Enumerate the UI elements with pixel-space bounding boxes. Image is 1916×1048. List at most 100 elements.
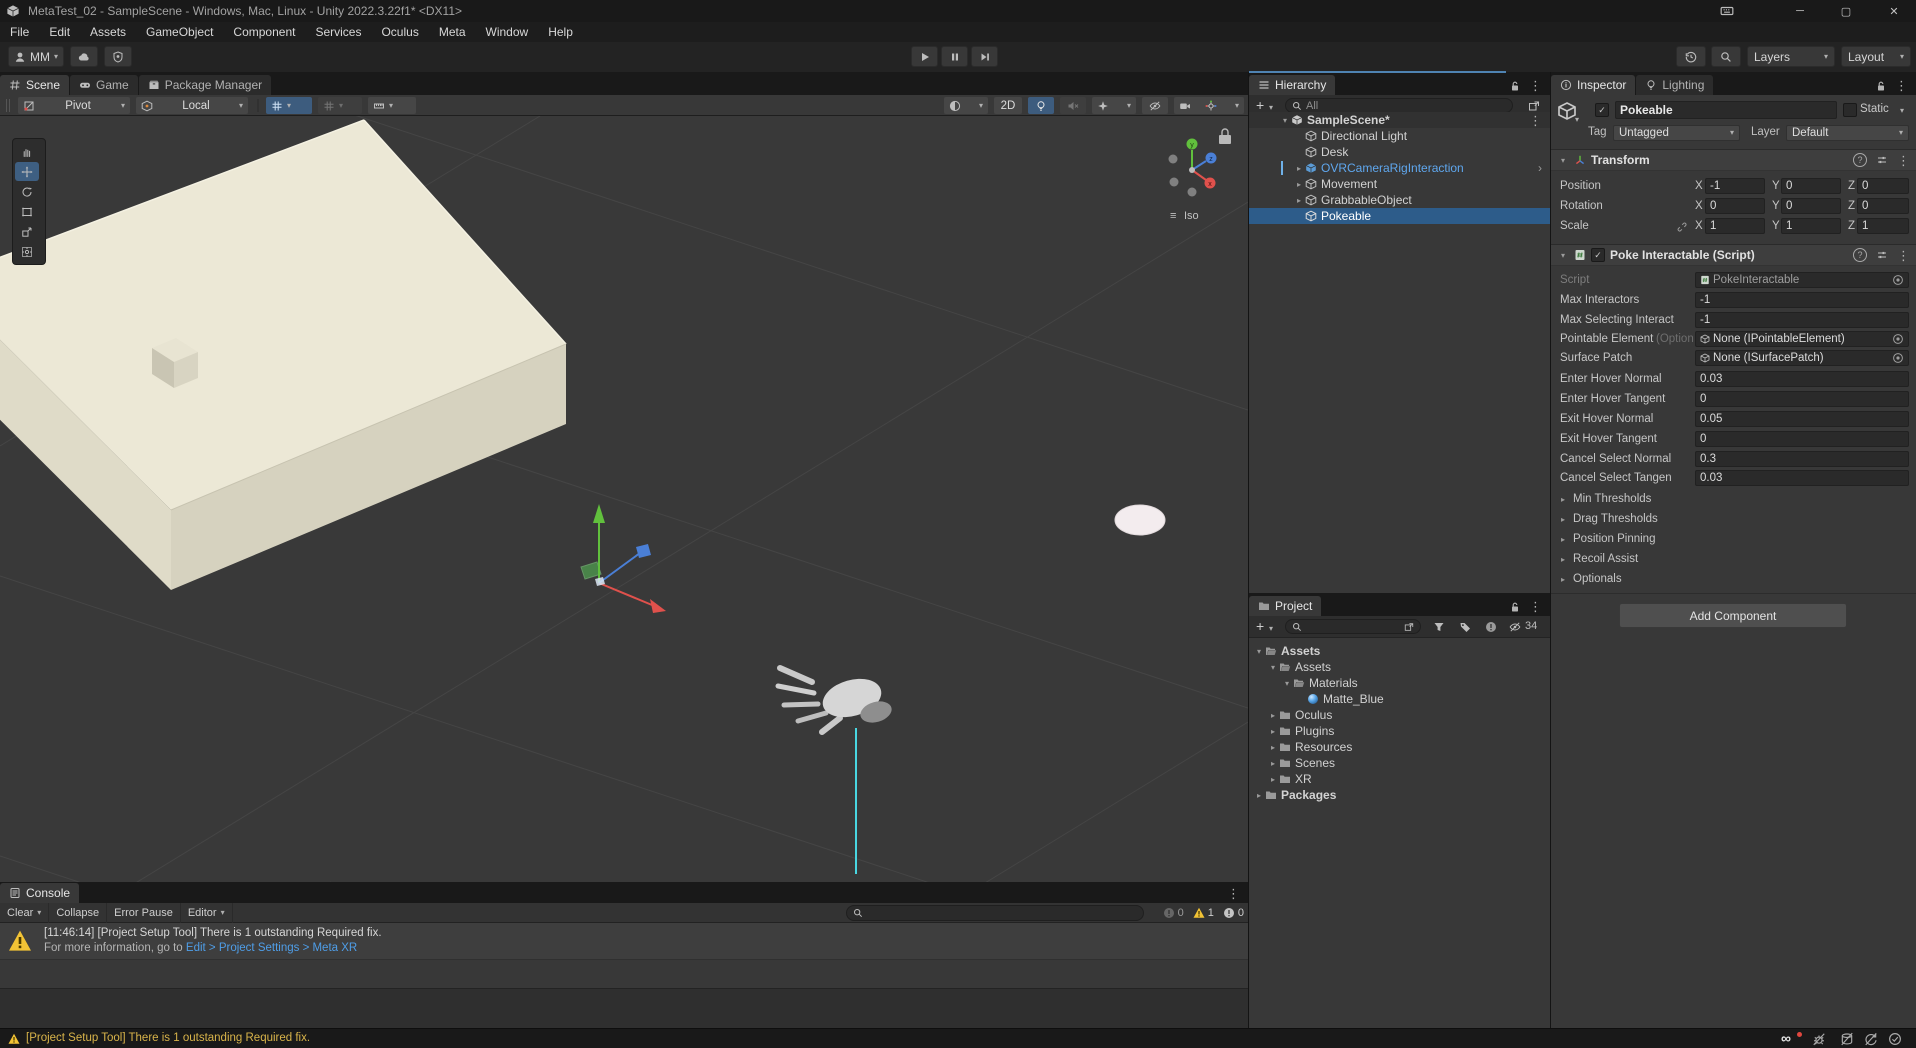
open-search-window-icon[interactable] [1528,100,1540,112]
position-x-field[interactable]: -1 [1705,178,1765,194]
gizmos-dropdown[interactable]: ▾ [1200,97,1244,114]
pointable-element-field[interactable]: None (IPointableElement) [1695,331,1909,347]
rotate-tool-button[interactable] [15,182,39,201]
gameobject-name-field[interactable]: Pokeable [1615,101,1837,119]
max-selecting-interactors-field[interactable]: -1 [1695,312,1909,328]
exit-hover-tangent-field[interactable]: 0 [1695,431,1909,447]
axis-x-label[interactable]: x [1208,181,1212,188]
tab-game[interactable]: Game [70,75,138,95]
foldout-icon[interactable]: ▾ [1253,647,1265,656]
gameobject-type-icon[interactable] [1557,101,1577,121]
project-row[interactable]: ▾ Assets [1249,643,1550,659]
presets-icon[interactable] [1876,249,1888,261]
rotation-z-field[interactable]: 0 [1857,198,1909,214]
console-warning-entry[interactable]: [11:46:14] [Project Setup Tool] There is… [0,923,1248,960]
cancel-select-tangent-field[interactable]: 0.03 [1695,470,1909,486]
kebab-icon[interactable]: ⋮ [1227,887,1240,900]
create-add-button[interactable]: + [1256,618,1264,634]
console-entry-link[interactable]: Edit > Project Settings > Meta XR [186,942,357,954]
tab-lighting[interactable]: Lighting [1636,75,1713,95]
search-by-label-icon[interactable] [1459,621,1471,633]
console-editor-dropdown[interactable]: Editor▾ [181,903,233,923]
foldout-recoil-assist[interactable]: ▸Recoil Assist [1557,553,1638,565]
2d-toggle[interactable]: 2D [994,97,1022,114]
open-search-window-icon[interactable] [1404,622,1414,632]
tab-inspector[interactable]: Inspector [1551,75,1635,95]
move-gizmo[interactable] [581,504,666,613]
status-message[interactable]: [Project Setup Tool] There is 1 outstand… [26,1032,310,1044]
lock-icon[interactable] [1509,80,1521,92]
minimize-button[interactable]: ─ [1784,0,1816,22]
project-row[interactable]: ▸ Scenes [1249,755,1550,771]
project-search-input[interactable] [1285,619,1421,634]
foldout-position-pinning[interactable]: ▸Position Pinning [1557,533,1655,545]
foldout-icon[interactable]: ▾ [1279,116,1291,125]
menu-oculus[interactable]: Oculus [371,25,428,39]
scene-viewport[interactable]: y z x ≡ Iso [0,116,1248,882]
project-row[interactable]: ▸ Oculus [1249,707,1550,723]
project-row[interactable]: ▸ Plugins [1249,723,1550,739]
axis-z-label[interactable]: z [1209,156,1213,163]
tool-handle-rotation-dropdown[interactable]: Local▾ [136,97,248,114]
script-field[interactable]: PokeInteractable [1695,272,1909,288]
console-collapse-toggle[interactable]: Collapse [49,903,107,923]
rotation-x-field[interactable]: 0 [1705,198,1765,214]
cache-disabled-icon[interactable] [1840,1032,1854,1046]
hierarchy-row-prefab[interactable]: ▸ OVRCameraRigInteraction › [1249,160,1550,176]
meta-icon[interactable]: ∞ [1781,1030,1791,1046]
foldout-drag-thresholds[interactable]: ▸Drag Thresholds [1557,513,1658,525]
add-component-button[interactable]: Add Component [1619,603,1847,628]
scale-z-field[interactable]: 1 [1857,218,1909,234]
kebab-icon[interactable]: ⋮ [1529,600,1542,613]
debugger-disabled-icon[interactable] [1812,1032,1826,1046]
desk-object[interactable] [0,120,566,590]
foldout-icon[interactable]: ▸ [1293,164,1305,173]
console-error-pause-toggle[interactable]: Error Pause [107,903,181,923]
step-button[interactable] [971,46,998,67]
object-picker-icon[interactable] [1892,352,1904,364]
tool-handle-position-dropdown[interactable]: Pivot▾ [18,97,130,114]
hierarchy-search-input[interactable]: All [1285,98,1513,113]
toolbar-grip[interactable] [5,99,11,112]
grid-snapping-toggle[interactable]: ▾ [266,97,312,114]
surface-patch-field[interactable]: None (ISurfacePatch) [1695,350,1909,366]
foldout-icon[interactable]: ▾ [1557,156,1569,165]
tab-hierarchy[interactable]: Hierarchy [1249,75,1335,95]
console-clear-button[interactable]: Clear▾ [0,903,49,923]
foldout-icon[interactable]: ▸ [1267,775,1279,784]
lock-icon[interactable] [1509,601,1521,613]
kebab-icon[interactable]: ⋮ [1895,79,1908,92]
kebab-icon[interactable]: ⋮ [1529,79,1542,92]
account-dropdown[interactable]: MM▾ [8,46,64,67]
pokeable-object[interactable] [1115,505,1165,535]
refresh-disabled-icon[interactable] [1864,1032,1878,1046]
active-checkbox[interactable]: ✓ [1595,103,1609,117]
scale-y-field[interactable]: 1 [1781,218,1841,234]
enter-hover-normal-field[interactable]: 0.03 [1695,371,1909,387]
menu-meta[interactable]: Meta [429,25,476,39]
help-icon[interactable]: ? [1853,248,1867,262]
menu-gameobject[interactable]: GameObject [136,25,223,39]
menu-edit[interactable]: Edit [39,25,80,39]
position-z-field[interactable]: 0 [1857,178,1909,194]
cloud-button[interactable] [70,46,98,67]
scene-visibility-toggle[interactable] [1142,97,1168,114]
warning-count-icon[interactable] [1193,907,1205,919]
scene-lighting-toggle[interactable] [1028,97,1054,114]
presets-icon[interactable] [1876,154,1888,166]
tab-console[interactable]: Console [0,883,79,903]
project-row[interactable]: ▸ Resources [1249,739,1550,755]
foldout-icon[interactable]: ▸ [1293,180,1305,189]
foldout-icon[interactable]: ▸ [1267,711,1279,720]
project-row-material[interactable]: Matte_Blue [1249,691,1550,707]
scale-tool-button[interactable] [15,222,39,241]
scale-x-field[interactable]: 1 [1705,218,1765,234]
object-picker-icon[interactable] [1892,274,1904,286]
help-icon[interactable]: ? [1853,153,1867,167]
search-button[interactable] [1711,46,1741,67]
menu-component[interactable]: Component [223,25,305,39]
lock-icon[interactable] [1875,80,1887,92]
project-row[interactable]: ▸ XR [1249,771,1550,787]
create-add-caret[interactable]: ▾ [1269,625,1273,633]
orientation-gizmo[interactable]: y z x [1169,139,1217,197]
